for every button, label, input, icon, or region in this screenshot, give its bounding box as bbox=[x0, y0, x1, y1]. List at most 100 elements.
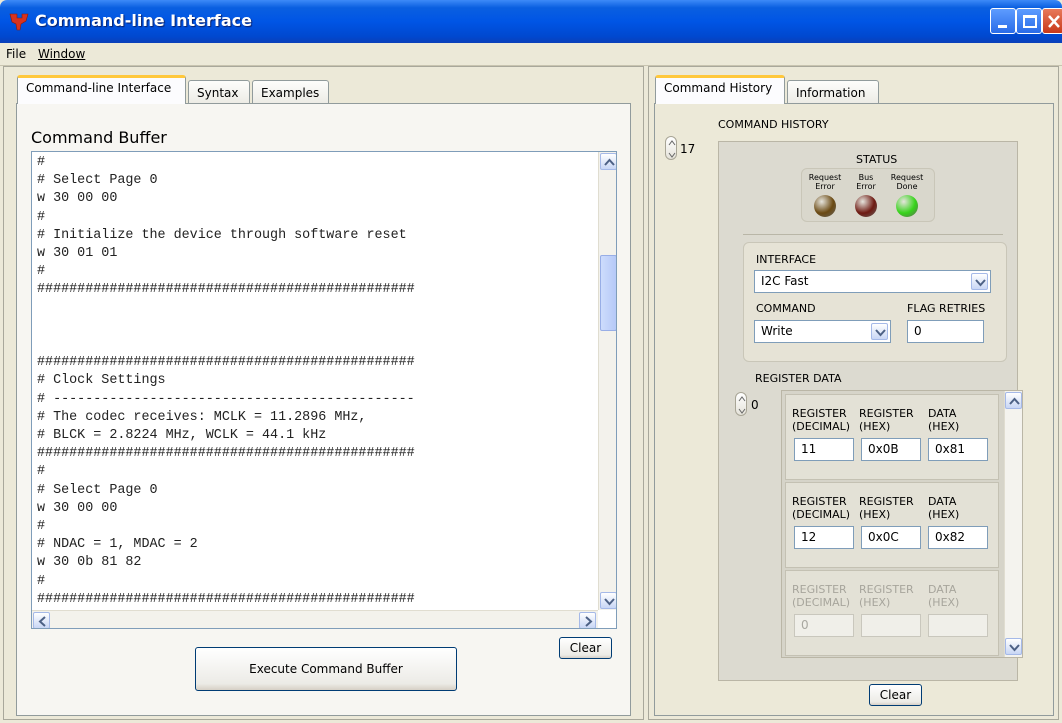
interface-dropdown-button[interactable] bbox=[971, 273, 988, 290]
scroll-down-button[interactable] bbox=[600, 592, 616, 609]
command-buffer-textarea[interactable]: # # Select Page 0 w 30 00 00 # # Initialize … bbox=[31, 151, 617, 629]
chevron-down-icon bbox=[875, 329, 886, 337]
buffer-line: w 30 00 00 bbox=[37, 500, 118, 516]
register-column-header: REGISTER (HEX) bbox=[859, 495, 914, 521]
register-column-header: DATA (HEX) bbox=[928, 495, 960, 521]
command-select-value: Write bbox=[761, 324, 793, 338]
register-data-label: REGISTER DATA bbox=[755, 372, 842, 385]
menu-window[interactable]: Window bbox=[38, 47, 85, 61]
right-panel: Command History Information COMMAND HIST… bbox=[648, 66, 1059, 720]
window-title: Command-line Interface bbox=[35, 11, 252, 30]
buffer-line: # Select Page 0 bbox=[37, 482, 158, 498]
buffer-line: w 30 00 00 bbox=[37, 191, 118, 207]
app-window: Command-line Interface File Window Comma… bbox=[0, 0, 1062, 723]
status-heading: STATUS bbox=[856, 153, 898, 166]
buffer-line: # Clock Settings bbox=[37, 373, 166, 389]
ti-logo-icon bbox=[9, 13, 29, 31]
status-divider bbox=[743, 234, 1003, 235]
register-decimal-field[interactable]: 11 bbox=[794, 438, 854, 461]
command-buffer-heading: Command Buffer bbox=[31, 128, 167, 147]
command-line-tab-panel: Command Buffer # # Select Page 0 w 30 00 0… bbox=[16, 103, 631, 716]
tab-examples[interactable]: Examples bbox=[252, 80, 329, 104]
register-index-spinner[interactable] bbox=[735, 392, 747, 416]
register-hex-field[interactable]: 0x0B bbox=[861, 438, 921, 461]
chevron-up-icon bbox=[604, 158, 615, 166]
interface-label: INTERFACE bbox=[756, 253, 817, 266]
buffer-line: ########################################… bbox=[37, 355, 415, 371]
register-row: REGISTER (DECIMAL) 12 REGISTER (HEX) 0x0C DATA… bbox=[785, 482, 999, 568]
spinner-arrows-icon bbox=[668, 140, 676, 158]
tab-command-line-interface[interactable]: Command-line Interface bbox=[17, 75, 186, 104]
scroll-left-button[interactable] bbox=[33, 612, 50, 628]
left-panel: Command-line Interface Syntax Examples C… bbox=[3, 66, 644, 720]
buffer-line: # bbox=[37, 464, 46, 480]
menu-file[interactable]: File bbox=[6, 47, 26, 61]
clear-history-button[interactable]: Clear bbox=[869, 684, 922, 706]
request-error-led bbox=[814, 195, 836, 217]
buffer-line: # BLCK = 2.8224 MHz, WCLK = 44.1 kHz bbox=[37, 428, 327, 443]
interface-select-value: I2C Fast bbox=[761, 274, 809, 288]
chevron-left-icon bbox=[38, 616, 46, 627]
horizontal-scrollbar[interactable] bbox=[32, 610, 598, 628]
scroll-up-button[interactable] bbox=[600, 153, 616, 170]
chevron-down-icon bbox=[975, 279, 986, 287]
register-list[interactable]: REGISTER (DECIMAL) 11 REGISTER (HEX) 0x0B DATA… bbox=[781, 390, 1023, 658]
register-column-header: REGISTER (DECIMAL) bbox=[792, 407, 851, 433]
buffer-line: ########################################… bbox=[37, 282, 415, 298]
execute-command-buffer-button[interactable]: Execute Command Buffer bbox=[195, 647, 457, 691]
maximize-icon bbox=[1023, 15, 1037, 28]
request-done-label: Request Done bbox=[890, 173, 924, 191]
tab-syntax[interactable]: Syntax bbox=[188, 80, 250, 104]
register-data-field[interactable]: 0x81 bbox=[928, 438, 988, 461]
register-index-value: 0 bbox=[751, 398, 759, 412]
buffer-line: # bbox=[37, 573, 46, 589]
maximize-button[interactable] bbox=[1016, 8, 1042, 34]
buffer-line: # bbox=[37, 155, 46, 170]
tab-information[interactable]: Information bbox=[787, 80, 879, 104]
command-dropdown-button[interactable] bbox=[871, 323, 888, 340]
command-history-tab-panel: COMMAND HISTORY 17 STATUS Request Error B… bbox=[654, 103, 1054, 716]
interface-group: INTERFACE I2C Fast COMMAND FLAG RETRIES … bbox=[743, 242, 1007, 362]
buffer-line: # Initialize the device through software… bbox=[37, 227, 407, 243]
title-bar[interactable]: Command-line Interface bbox=[0, 0, 1062, 43]
register-row: REGISTER (DECIMAL) 11 REGISTER (HEX) 0x0B DATA… bbox=[785, 394, 999, 480]
register-column-header: REGISTER (DECIMAL) bbox=[792, 495, 851, 521]
register-data-field[interactable]: 0x82 bbox=[928, 526, 988, 549]
register-hex-field bbox=[861, 614, 921, 637]
request-error-label: Request Error bbox=[808, 173, 842, 191]
buffer-line: ########################################… bbox=[37, 591, 415, 607]
register-data-field bbox=[928, 614, 988, 637]
vertical-scroll-thumb[interactable] bbox=[600, 255, 616, 331]
buffer-line: # bbox=[37, 209, 46, 225]
register-decimal-field[interactable]: 12 bbox=[794, 526, 854, 549]
vertical-scrollbar[interactable] bbox=[598, 152, 616, 610]
register-scroll-up-button[interactable] bbox=[1005, 392, 1022, 409]
chevron-down-icon bbox=[604, 598, 615, 606]
flag-retries-field[interactable]: 0 bbox=[907, 320, 984, 343]
history-index-spinner[interactable] bbox=[665, 136, 677, 160]
register-column-header: REGISTER (HEX) bbox=[859, 583, 914, 609]
buffer-line: # --------------------------------------… bbox=[37, 391, 415, 407]
close-icon bbox=[1048, 15, 1060, 28]
buffer-line: ########################################… bbox=[37, 446, 415, 462]
minimize-button[interactable] bbox=[990, 8, 1016, 34]
register-column-header: REGISTER (HEX) bbox=[859, 407, 914, 433]
register-column-header: REGISTER (DECIMAL) bbox=[792, 583, 851, 609]
register-scroll-down-button[interactable] bbox=[1005, 638, 1022, 655]
buffer-line: w 30 01 01 bbox=[37, 246, 118, 261]
register-hex-field[interactable]: 0x0C bbox=[861, 526, 921, 549]
buffer-line: # bbox=[37, 264, 46, 280]
register-row: REGISTER (DECIMAL) 0 REGISTER (HEX) DATA (HEX) bbox=[785, 570, 999, 656]
tab-command-history[interactable]: Command History bbox=[655, 75, 785, 104]
scroll-right-button[interactable] bbox=[579, 612, 596, 628]
close-button[interactable] bbox=[1042, 8, 1062, 34]
menu-bar: File Window bbox=[0, 43, 1062, 66]
buffer-line: # NDAC = 1, MDAC = 2 bbox=[37, 537, 198, 553]
register-list-scrollbar[interactable] bbox=[1004, 391, 1022, 657]
register-column-header: DATA (HEX) bbox=[928, 583, 960, 609]
buffer-line: # bbox=[37, 519, 46, 534]
command-history-heading: COMMAND HISTORY bbox=[718, 118, 829, 131]
command-select[interactable]: Write bbox=[754, 320, 891, 343]
clear-buffer-button[interactable]: Clear bbox=[559, 637, 612, 659]
interface-select[interactable]: I2C Fast bbox=[754, 270, 991, 293]
